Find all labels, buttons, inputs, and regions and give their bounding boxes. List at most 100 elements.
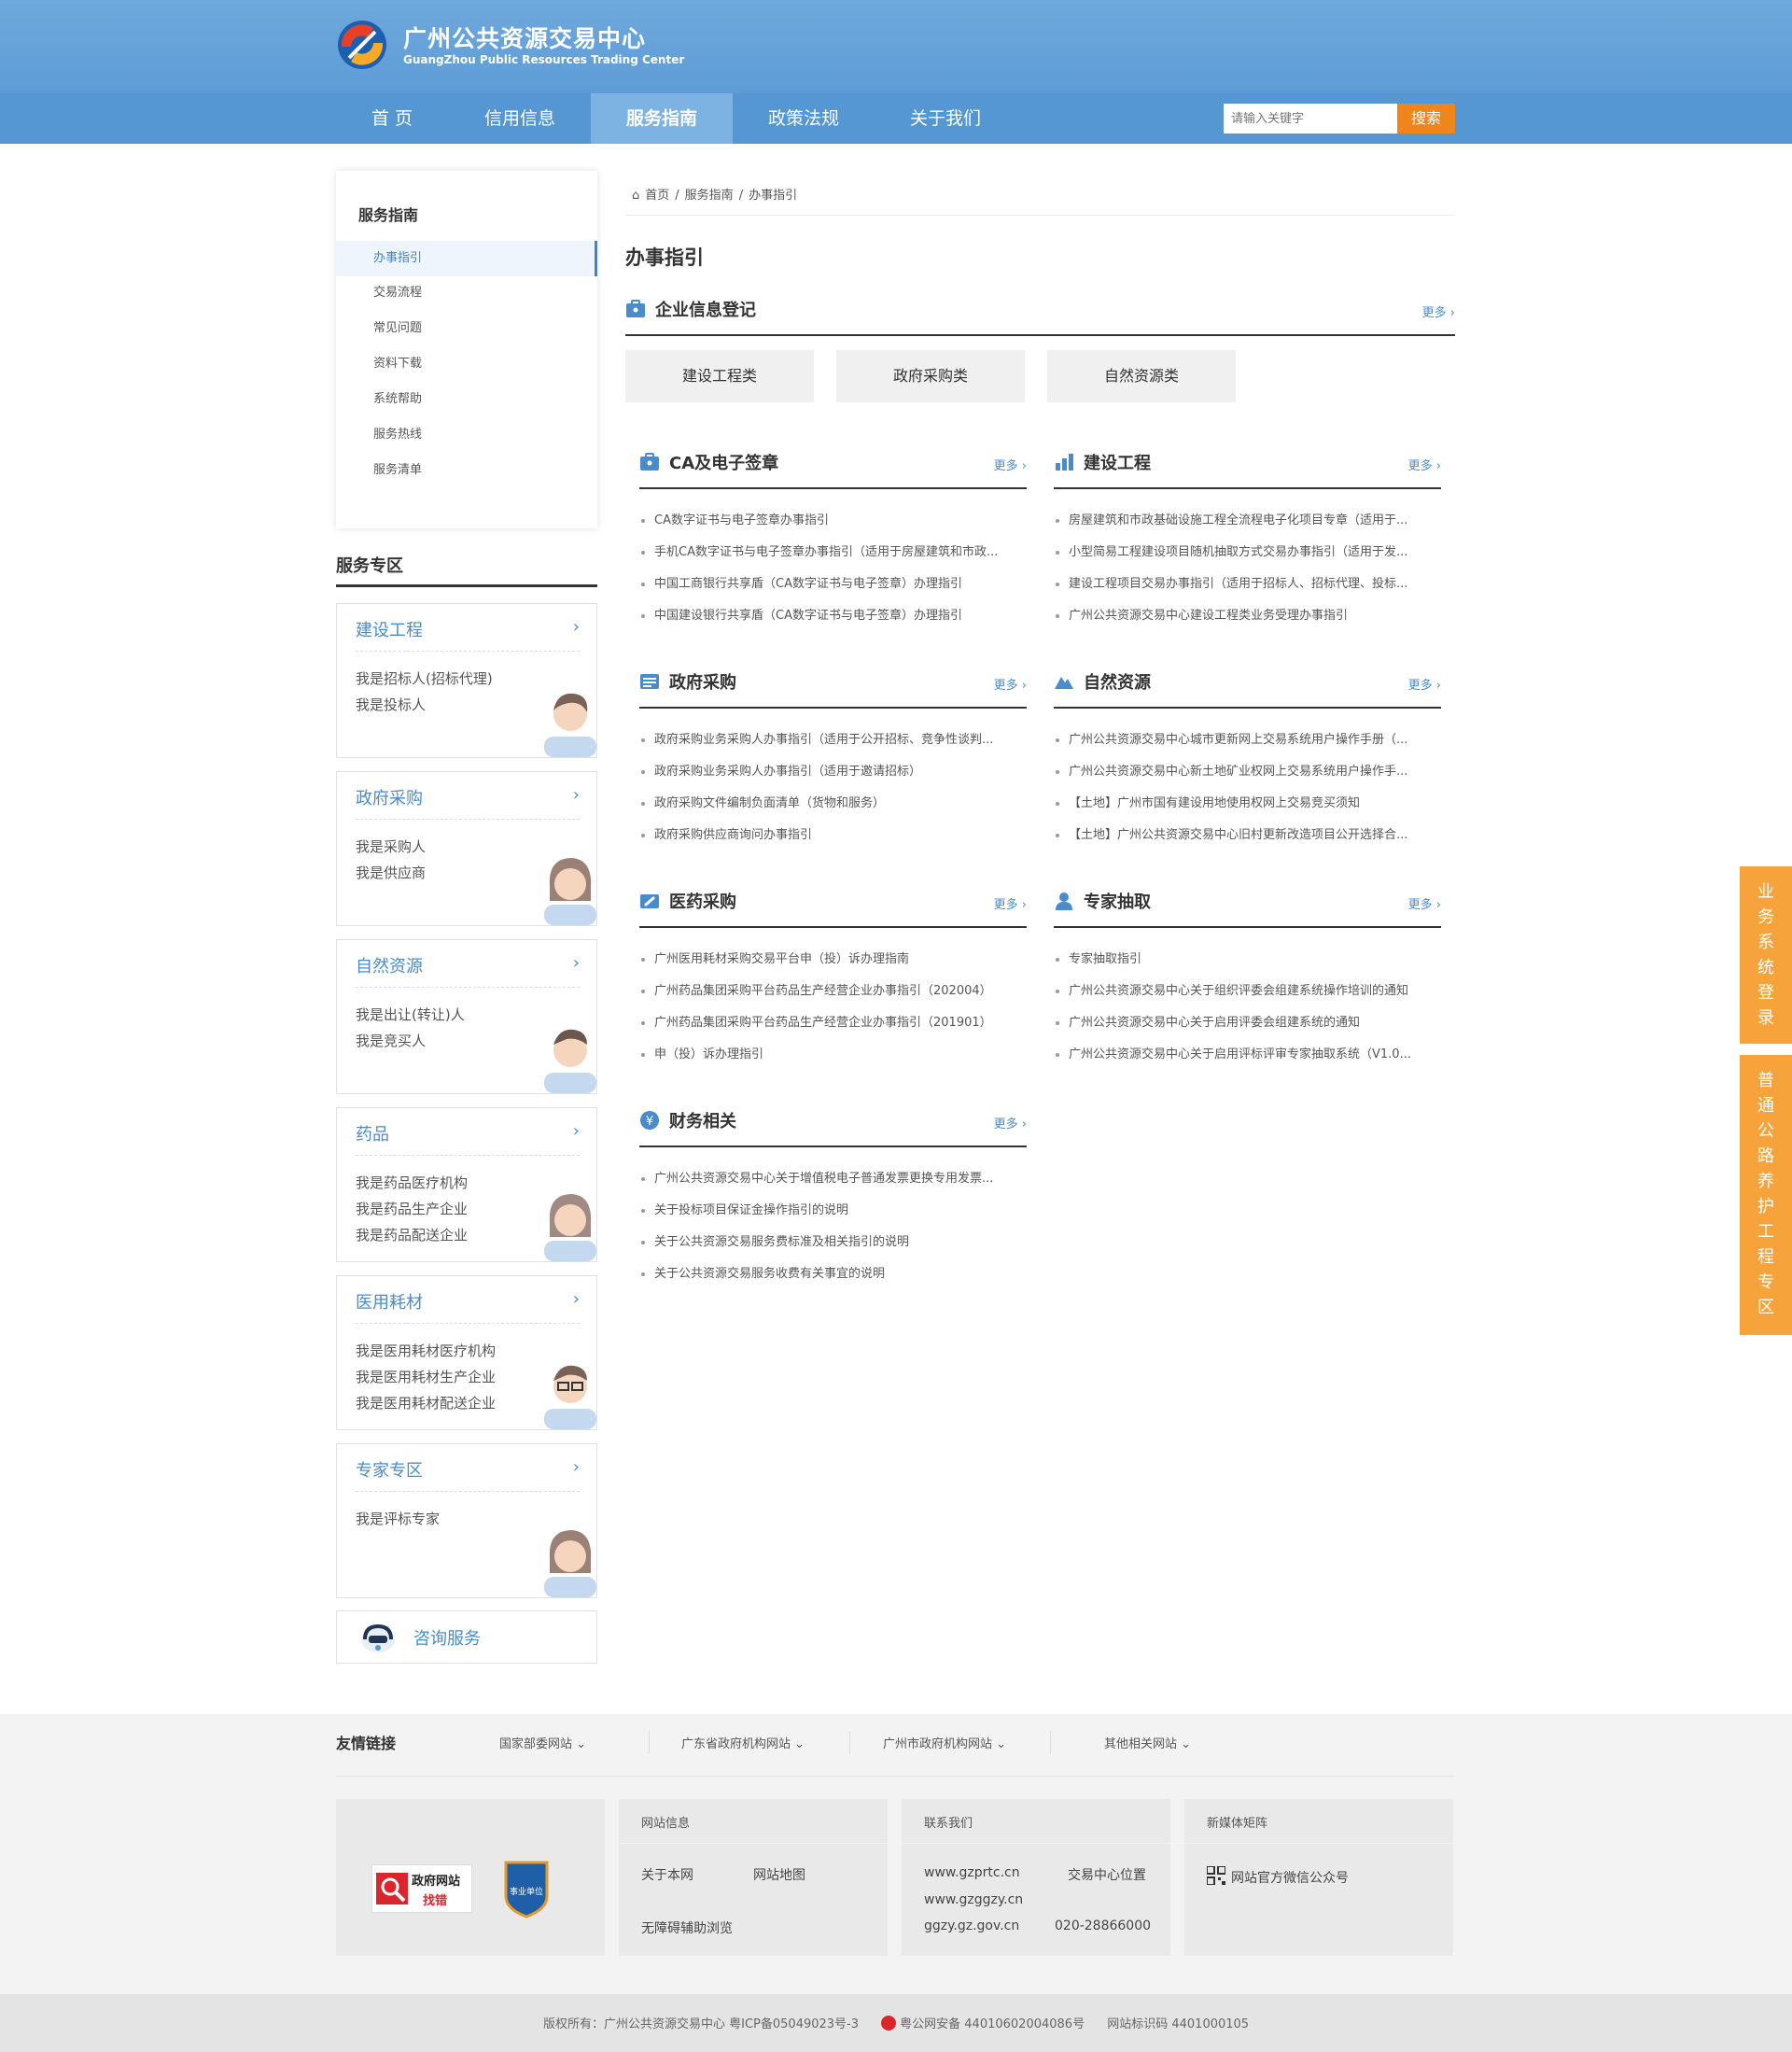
chevron-right-icon[interactable]: › [573,1457,580,1477]
zone-role-link[interactable]: 我是招标人(招标代理) [356,666,493,692]
zone-card-title[interactable]: 专家专区 [356,1457,423,1482]
sidebar-item-process[interactable]: 交易流程 [336,275,597,311]
float-tab-label[interactable]: 普通公路养护工程专区 [1757,1068,1775,1320]
list-item[interactable]: 广州公共资源交易中心关于组织评委会组建系统操作培训的通知 [1054,976,1441,1007]
list-item[interactable]: 广州公共资源交易中心关于增值税电子普通发票更换专用发票... [639,1163,1027,1195]
list-item[interactable]: 广州公共资源交易中心城市更新网上交易系统用户操作手册（... [1054,724,1441,756]
more-link[interactable]: 更多 › [994,456,1027,473]
list-item[interactable]: 广州公共资源交易中心关于启用评委会组建系统的通知 [1054,1007,1441,1039]
highway-maintenance-tab[interactable]: 普通公路养护工程专区 [1740,1055,1792,1335]
more-link[interactable]: 更多 › [994,675,1027,693]
list-item[interactable]: 小型简易工程建设项目随机抽取方式交易办事指引（适用于发... [1054,537,1441,569]
nav-home[interactable]: 首 页 [336,93,448,144]
zone-role-link[interactable]: 我是药品配送企业 [356,1222,468,1248]
sidebar-item-list[interactable]: 服务清单 [336,453,597,488]
zone-role-link[interactable]: 我是评标专家 [356,1506,440,1532]
zone-role-link[interactable]: 我是医用耗材配送企业 [356,1390,496,1416]
nav-policies[interactable]: 政策法规 [748,93,860,144]
logo-icon[interactable] [336,19,388,71]
sidebar-item-guide[interactable]: 办事指引 [336,241,597,276]
float-tab-label[interactable]: 业务系统登录 [1757,879,1775,1031]
gov-website-error-badge[interactable]: 政府网站 找错 [371,1864,472,1913]
more-link[interactable]: 更多 › [1408,894,1441,912]
category-construction-button[interactable]: 建设工程类 [625,350,814,402]
list-item[interactable]: 中国工商银行共享盾（CA数字证书与电子签章）办理指引 [639,569,1027,600]
list-item[interactable]: 建设工程项目交易办事指引（适用于招标人、招标代理、投标... [1054,569,1441,600]
accessibility-link[interactable]: 无障碍辅助浏览 [641,1918,733,1937]
zone-role-link[interactable]: 我是药品生产企业 [356,1196,468,1222]
zone-card-natural-resources[interactable]: 自然资源 › 我是出让(转让)人 我是竞买人 [336,939,597,1094]
list-item[interactable]: 手机CA数字证书与电子签章办事指引（适用于房屋建筑和市政... [639,537,1027,569]
sitemap-link[interactable]: 网站地图 [753,1865,805,1884]
consult-service-label[interactable]: 咨询服务 [413,1625,481,1650]
zone-card-medical-supplies[interactable]: 医用耗材 › 我是医用耗材医疗机构 我是医用耗材生产企业 我是医用耗材配送企业 [336,1275,597,1430]
list-item[interactable]: 广州药品集团采购平台药品生产经营企业办事指引（202004） [639,976,1027,1007]
consult-service-button[interactable]: 咨询服务 [336,1610,597,1664]
list-item[interactable]: 专家抽取指引 [1054,944,1441,976]
breadcrumb-service-guide[interactable]: 服务指南 [685,189,734,203]
nav-about-us[interactable]: 关于我们 [889,93,1001,144]
list-item[interactable]: 中国建设银行共享盾（CA数字证书与电子签章）办理指引 [639,600,1027,632]
list-item[interactable]: 广州公共资源交易中心建设工程类业务受理办事指引 [1054,600,1441,632]
breadcrumb-home[interactable]: 首页 [645,189,669,203]
list-item[interactable]: 广州医用耗材采购交易平台申（投）诉办理指南 [639,944,1027,976]
zone-role-link[interactable]: 我是药品医疗机构 [356,1170,468,1196]
list-item[interactable]: 广州公共资源交易中心关于启用评标评审专家抽取系统（V1.0... [1054,1039,1441,1071]
about-site-link[interactable]: 关于本网 [641,1865,693,1884]
list-item[interactable]: 房屋建筑和市政基础设施工程全流程电子化项目专章（适用于... [1054,505,1441,537]
zone-role-link[interactable]: 我是供应商 [356,860,426,886]
more-link[interactable]: 更多 › [1408,456,1441,473]
list-item[interactable]: 广州药品集团采购平台药品生产经营企业办事指引（201901） [639,1007,1027,1039]
zone-card-title[interactable]: 政府采购 [356,785,423,809]
zone-role-link[interactable]: 我是医用耗材医疗机构 [356,1338,496,1364]
sidebar-item-help[interactable]: 系统帮助 [336,382,597,417]
nav-service-guide[interactable]: 服务指南 [591,93,733,144]
business-system-login-tab[interactable]: 业务系统登录 [1740,866,1792,1044]
sidebar-item-downloads[interactable]: 资料下载 [336,346,597,382]
chevron-right-icon[interactable]: › [573,617,580,637]
chevron-right-icon[interactable]: › [573,953,580,973]
more-link[interactable]: 更多 › [1422,302,1455,320]
contact-website-link[interactable]: ggzy.gz.gov.cn [924,1918,1019,1933]
list-item[interactable]: 关于公共资源交易服务费标准及相关指引的说明 [639,1227,1027,1258]
wechat-link[interactable]: 网站官方微信公众号 [1231,1868,1349,1887]
category-procurement-button[interactable]: 政府采购类 [836,350,1025,402]
category-natural-resources-button[interactable]: 自然资源类 [1047,350,1236,402]
zone-card-construction[interactable]: 建设工程 › 我是招标人(招标代理) 我是投标人 [336,603,597,758]
zone-card-title[interactable]: 建设工程 [356,617,423,641]
zone-card-procurement[interactable]: 政府采购 › 我是采购人 我是供应商 [336,771,597,926]
list-item[interactable]: 申（投）诉办理指引 [639,1039,1027,1071]
sidebar-item-faq[interactable]: 常见问题 [336,311,597,346]
zone-card-medicine[interactable]: 药品 › 我是药品医疗机构 我是药品生产企业 我是药品配送企业 [336,1107,597,1262]
contact-website-link[interactable]: www.gzggzy.cn [924,1892,1023,1907]
institution-badge-icon[interactable]: 事业单位 [502,1859,551,1918]
chevron-right-icon[interactable]: › [573,1289,580,1309]
list-item[interactable]: 政府采购供应商询问办事指引 [639,820,1027,851]
center-location-link[interactable]: 交易中心位置 [1068,1865,1146,1884]
zone-role-link[interactable]: 我是投标人 [356,692,493,718]
contact-website-link[interactable]: www.gzprtc.cn [924,1865,1020,1880]
list-item[interactable]: 广州公共资源交易中心新土地矿业权网上交易系统用户操作手... [1054,756,1441,788]
zone-card-title[interactable]: 药品 [356,1121,389,1145]
search-input[interactable] [1224,104,1397,134]
qr-code-icon[interactable] [1207,1866,1225,1885]
search-button[interactable]: 搜索 [1397,104,1455,134]
list-item[interactable]: 关于公共资源交易服务收费有关事宜的说明 [639,1258,1027,1290]
zone-card-experts[interactable]: 专家专区 › 我是评标专家 [336,1443,597,1598]
zone-card-title[interactable]: 医用耗材 [356,1289,423,1314]
police-record[interactable]: 粤公网安备 44010602004086号 [900,2017,1085,2031]
zone-role-link[interactable]: 我是出让(转让)人 [356,1002,465,1028]
list-item[interactable]: 关于投标项目保证金操作指引的说明 [639,1195,1027,1227]
list-item[interactable]: 政府采购文件编制负面清单（货物和服务） [639,788,1027,820]
zone-role-link[interactable]: 我是竞买人 [356,1028,465,1054]
friend-link-guangdong[interactable]: 广东省政府机构网站 ⌄ [681,1734,805,1751]
zone-card-title[interactable]: 自然资源 [356,953,423,977]
zone-role-link[interactable]: 我是采购人 [356,834,426,860]
friend-link-ministries[interactable]: 国家部委网站 ⌄ [499,1734,586,1751]
zone-role-link[interactable]: 我是医用耗材生产企业 [356,1364,496,1390]
friend-link-others[interactable]: 其他相关网站 ⌄ [1104,1734,1191,1751]
more-link[interactable]: 更多 › [1408,675,1441,693]
more-link[interactable]: 更多 › [994,1114,1027,1131]
site-title[interactable]: 广州公共资源交易中心 [403,21,646,54]
home-icon[interactable]: ⌂ [632,189,639,203]
